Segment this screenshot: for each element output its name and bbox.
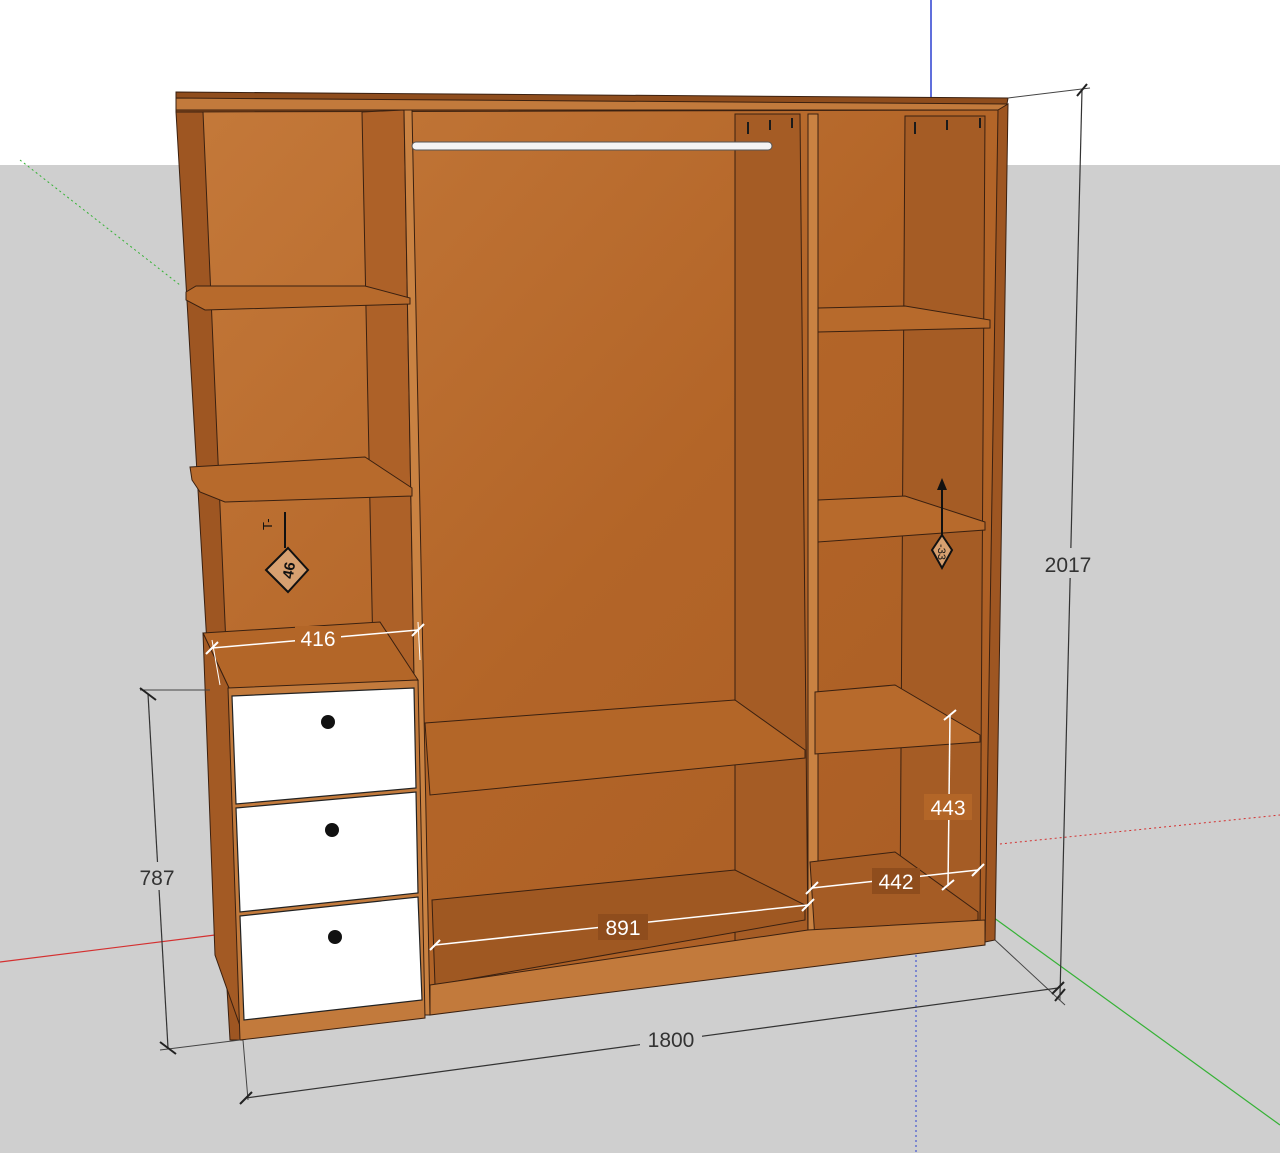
drawer-1-knob[interactable] [321, 715, 335, 729]
dimension-right-height-label: 443 [930, 797, 965, 820]
right-tag-text: -33 [935, 544, 947, 560]
drawer-3[interactable] [239, 896, 423, 1021]
dimension-overall-width-label: 1800 [648, 1029, 695, 1052]
drawer-2[interactable] [235, 791, 419, 913]
hanging-rod [411, 141, 773, 151]
sketchup-viewport[interactable]: 46 T- -33 2017 1800 787 416 891 442 443 [0, 0, 1280, 1153]
drawer-2-knob[interactable] [325, 823, 339, 837]
drawer-3-knob[interactable] [328, 930, 342, 944]
dimension-drawer-width-label: 416 [300, 628, 335, 651]
left-tag-text: T- [260, 518, 275, 530]
middle-divider-edge [807, 113, 819, 943]
dimension-drawer-height-label: 787 [139, 867, 174, 890]
3d-scene[interactable]: 46 T- -33 2017 1800 787 416 891 442 443 [0, 0, 1280, 1153]
middle-divider [734, 113, 809, 961]
dimension-overall-height-label: 2017 [1045, 554, 1092, 577]
left-tag-number: 46 [280, 561, 300, 580]
dimension-middle-width-label: 891 [605, 917, 640, 940]
dimension-right-width-label: 442 [878, 871, 913, 894]
drawer-1[interactable] [231, 687, 417, 805]
